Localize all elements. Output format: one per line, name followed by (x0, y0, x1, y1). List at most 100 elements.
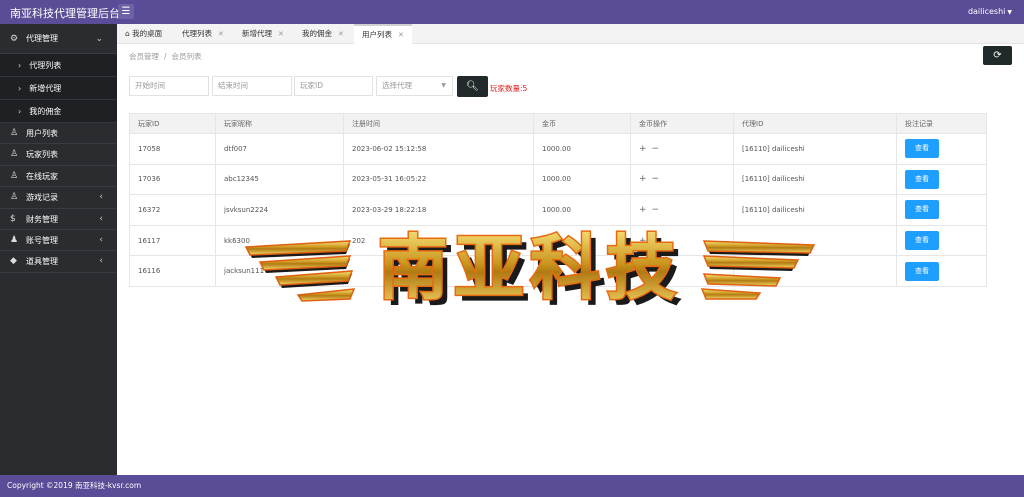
chevron-left-icon: ‹ (99, 213, 103, 224)
view-button[interactable]: 查看 (905, 169, 939, 189)
sidebar-item-label: 用户列表 (26, 129, 58, 138)
minus-icon[interactable]: − (652, 174, 660, 184)
cell-nickname: jacksun111 (215, 255, 344, 287)
user-menu[interactable]: dailiceshi ▼ (968, 7, 1012, 16)
cell-register-time (343, 255, 534, 287)
tab-my-commission[interactable]: 我的佣金 ✕ (294, 24, 354, 44)
tab-label: 代理列表 (182, 29, 212, 38)
agent-select[interactable]: 选择代理 ▼ (376, 76, 453, 96)
search-button[interactable]: 🔍︎ (457, 76, 488, 97)
col-header-player-id: 玩家ID (129, 113, 216, 134)
sidebar-item-finance[interactable]: $ 财务管理 ‹ (0, 209, 117, 230)
breadcrumb: 会员管理 / 会员列表 (129, 51, 202, 62)
sidebar: ⚙ 代理管理 ⌄ › 代理列表 › 新增代理 › 我的佣金 ♙ 用户列表 ♙ 玩家列表 ♙… (0, 24, 117, 475)
breadcrumb-current: 会员列表 (171, 52, 202, 61)
end-time-input[interactable]: 结束时间 (212, 76, 292, 96)
dollar-icon: $ (10, 213, 16, 224)
minus-icon[interactable]: − (652, 144, 660, 154)
cell-register-time: 2023-03-29 18:22:18 (343, 194, 534, 226)
col-header-register-time: 注册时间 (343, 113, 534, 134)
cell-register-time: 2023-05-31 16:05:22 (343, 163, 534, 196)
cell-gold: 1000.00 (533, 133, 631, 165)
cell-nickname: kk6300 (215, 224, 344, 257)
caret-down-icon: ▼ (1007, 9, 1012, 16)
plus-icon[interactable]: + (639, 144, 647, 154)
plus-icon[interactable]: + (639, 174, 647, 184)
player-id-input[interactable]: 玩家ID (294, 76, 373, 96)
close-icon[interactable]: ✕ (278, 30, 284, 38)
view-button[interactable]: 查看 (905, 231, 939, 251)
plus-icon[interactable]: + (639, 236, 647, 246)
breadcrumb-separator: / (164, 52, 167, 61)
view-button[interactable]: 查看 (905, 200, 939, 220)
tab-label: 用户列表 (362, 30, 392, 39)
cell-player-id: 17036 (129, 163, 216, 196)
sidebar-item-label: 道具管理 (26, 257, 58, 267)
sidebar-item-label: 财务管理 (26, 214, 58, 224)
sidebar-item-online-players[interactable]: ♙ 在线玩家 (0, 166, 117, 188)
chevron-left-icon: ‹ (99, 234, 103, 245)
refresh-button[interactable]: ⟳ (983, 46, 1012, 65)
cell-agent-id: [16110] dailiceshi (733, 133, 897, 165)
minus-icon[interactable]: − (652, 205, 660, 215)
sidebar-subitem-my-commission[interactable]: › 我的佣金 (0, 100, 117, 123)
cell-bet-records: 查看 (896, 194, 987, 226)
refresh-icon: ⟳ (993, 50, 1002, 61)
sidebar-subitem-label: 我的佣金 (29, 107, 62, 116)
gear-icon: ⚙ (10, 34, 19, 44)
cell-gold (533, 255, 631, 287)
sidebar-group-agent-management[interactable]: ⚙ 代理管理 ⌄ (0, 24, 117, 54)
sidebar-subitem-agent-list[interactable]: › 代理列表 (0, 54, 117, 77)
main-content: ⌂ 我的桌面 代理列表 ✕ 新增代理 ✕ 我的佣金 ✕ 用户列表 ✕ 会员管理 / 会员列表… (117, 24, 1024, 475)
chevron-left-icon: ‹ (99, 256, 103, 267)
footer: Copyright ©2019 南亚科技-kvsr.com (0, 475, 1024, 497)
tab-my-desktop[interactable]: ⌂ 我的桌面 (117, 24, 174, 44)
col-header-agent-id: 代理ID (733, 113, 897, 134)
tab-label: 新增代理 (242, 29, 272, 38)
view-button[interactable]: 查看 (905, 261, 939, 281)
sidebar-subitem-label: 代理列表 (29, 61, 62, 70)
minus-icon[interactable]: − (652, 266, 660, 276)
player-count: 玩家数量:5 (490, 84, 528, 93)
search-icon: 🔍︎ (466, 81, 479, 92)
tab-add-agent[interactable]: 新增代理 ✕ (234, 24, 294, 44)
close-icon[interactable]: ✕ (398, 31, 404, 39)
cell-gold: 1000.00 (533, 163, 631, 196)
app-title: 南亚科技代理管理后台 (10, 7, 120, 20)
sidebar-item-props[interactable]: ◆ 道具管理 ‹ (0, 251, 117, 273)
tab-agent-list[interactable]: 代理列表 ✕ (174, 24, 234, 44)
table-row: 16117 kk6300 202 + − 查看 (129, 224, 987, 257)
plus-icon[interactable]: + (639, 266, 647, 276)
sidebar-item-label: 在线玩家 (26, 171, 58, 181)
tab-user-list[interactable]: 用户列表 ✕ (354, 24, 412, 44)
player-table: 玩家ID 玩家昵称 注册时间 金币 金币操作 代理ID 投注记录 17058 dt… (129, 113, 987, 287)
tab-label: 我的佣金 (302, 29, 332, 38)
minus-icon[interactable]: − (652, 236, 660, 246)
cell-agent-id (733, 224, 897, 257)
cell-nickname: abc12345 (215, 163, 344, 196)
chevron-right-icon: › (18, 84, 22, 93)
cell-nickname: dtf007 (215, 133, 344, 165)
cell-bet-records: 查看 (896, 224, 987, 257)
hamburger-icon[interactable]: ☰ (118, 4, 134, 19)
cell-register-time: 202 (343, 224, 534, 257)
view-button[interactable]: 查看 (905, 139, 939, 159)
cell-player-id: 17058 (129, 133, 216, 165)
sidebar-item-game-records[interactable]: ♙ 游戏记录 ‹ (0, 187, 117, 209)
cell-bet-records: 查看 (896, 255, 987, 287)
sidebar-item-accounts[interactable]: ♟ 账号管理 ‹ (0, 230, 117, 252)
start-time-input[interactable]: 开始时间 (129, 76, 209, 96)
sidebar-item-player-list[interactable]: ♙ 玩家列表 (0, 144, 117, 166)
close-icon[interactable]: ✕ (218, 30, 224, 38)
cell-gold (533, 224, 631, 257)
table-row: 17058 dtf007 2023-06-02 15:12:58 1000.00 + −[… (129, 133, 987, 165)
close-icon[interactable]: ✕ (338, 30, 344, 38)
sidebar-item-user-list[interactable]: ♙ 用户列表 (0, 123, 117, 145)
plus-icon[interactable]: + (639, 205, 647, 215)
cell-bet-records: 查看 (896, 133, 987, 165)
cell-gold: 1000.00 (533, 194, 631, 226)
chevron-down-icon: ▼ (441, 82, 446, 89)
chevron-down-icon: ⌄ (95, 34, 103, 44)
sidebar-subitem-add-agent[interactable]: › 新增代理 (0, 77, 117, 100)
breadcrumb-parent[interactable]: 会员管理 (129, 52, 159, 61)
